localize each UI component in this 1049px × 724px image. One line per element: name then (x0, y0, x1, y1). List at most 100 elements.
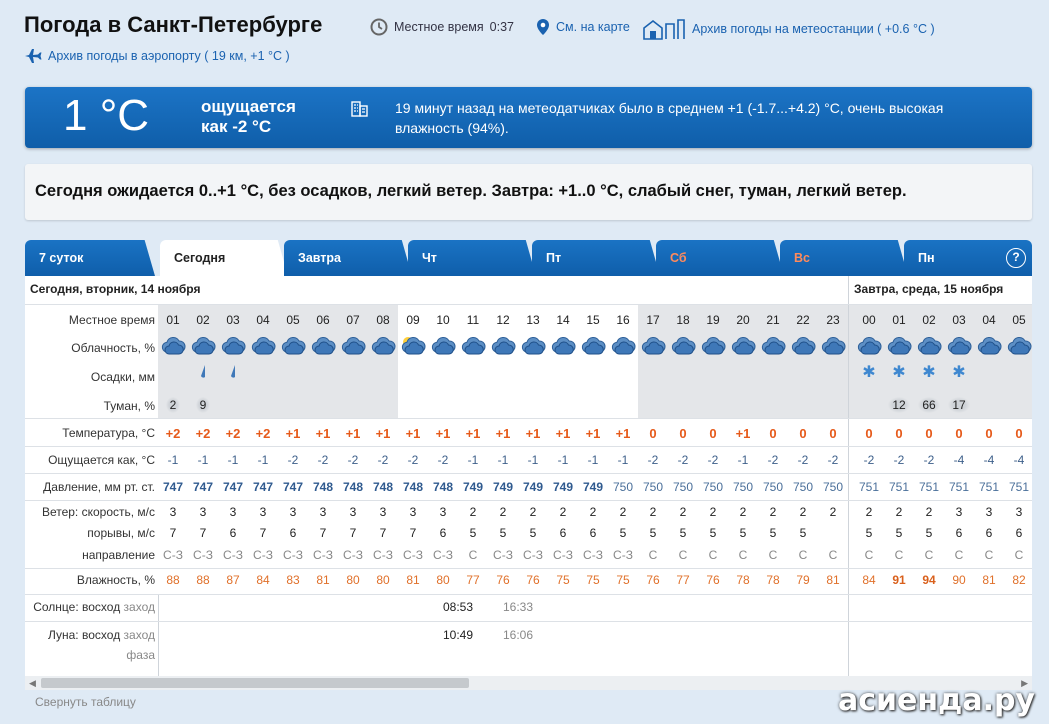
row-divider (25, 304, 1032, 305)
label-feels: Ощущается как, °С (48, 453, 155, 467)
humidity-cell: 75 (616, 573, 630, 587)
pressure-cell: 748 (342, 480, 364, 494)
cloud-icon (158, 334, 188, 359)
pressure-cell: 749 (522, 480, 544, 494)
feels-like-cell: -2 (923, 453, 935, 467)
station-archive-link[interactable]: Архив погоды на метеостанции ( +0.6 °C ) (642, 18, 935, 40)
hour-cell: 20 (736, 313, 750, 327)
sunset-time: 16:33 (503, 600, 534, 614)
fog-cell: 17 (944, 397, 974, 413)
wind-direction-cell: С-З (403, 548, 423, 562)
tab-thursday[interactable]: Чт (408, 240, 536, 276)
wind-gust-cell: 5 (709, 526, 717, 540)
wind-speed-cell: 2 (589, 505, 597, 519)
cloud-icon (278, 334, 308, 359)
wind-direction-cell: С (924, 548, 934, 562)
wind-speed-cell: 2 (895, 505, 903, 519)
wind-gust-cell: 5 (739, 526, 747, 540)
label-moonset: заход (123, 628, 155, 642)
wind-gust-cell: 7 (169, 526, 177, 540)
cloud-icon (578, 334, 608, 359)
temperature-cell: +2 (225, 426, 241, 441)
feels-like-cell: -4 (953, 453, 965, 467)
cloud-icon (788, 334, 818, 359)
wind-speed-cell: 3 (409, 505, 417, 519)
pressure-cell: 747 (222, 480, 244, 494)
feels-like-line2: как -2 °C (201, 117, 272, 136)
feels-like-cell: -2 (797, 453, 809, 467)
pressure-cell: 749 (582, 480, 604, 494)
tab-friday[interactable]: Пт (532, 240, 660, 276)
map-link[interactable]: См. на карте (536, 18, 630, 36)
pressure-cell: 750 (672, 480, 694, 494)
temperature-cell: 0 (679, 426, 687, 441)
wind-direction-cell: С (828, 548, 838, 562)
feels-like-cell: -4 (983, 453, 995, 467)
temperature-cell: +1 (375, 426, 391, 441)
wind-gust-cell: 5 (895, 526, 903, 540)
wind-gust-cell: 7 (319, 526, 327, 540)
cloud-icon (548, 334, 578, 359)
hour-cell: 04 (256, 313, 270, 327)
hour-cell: 15 (586, 313, 600, 327)
tab-today[interactable]: Сегодня (160, 240, 288, 276)
pressure-cell: 751 (918, 480, 940, 494)
map-link-text[interactable]: См. на карте (556, 20, 630, 34)
wind-gust-cell: 5 (529, 526, 537, 540)
airport-archive-link[interactable]: Архив погоды в аэропорту ( 19 км, +1 °C … (24, 48, 290, 64)
feels-like-cell: -2 (407, 453, 419, 467)
label-humidity: Влажность, % (76, 573, 155, 587)
tab-tomorrow[interactable]: Завтра (284, 240, 412, 276)
temperature-cell: 0 (769, 426, 777, 441)
cloud-icon (338, 334, 368, 359)
humidity-cell: 80 (436, 573, 450, 587)
temperature-cell: 0 (895, 426, 903, 441)
wind-direction-cell: С (468, 548, 478, 562)
humidity-cell: 77 (466, 573, 480, 587)
help-icon[interactable]: ? (1006, 248, 1026, 268)
wind-speed-cell: 3 (955, 505, 963, 519)
feels-like-cell: -2 (437, 453, 449, 467)
hour-cell: 18 (676, 313, 690, 327)
pressure-cell: 748 (372, 480, 394, 494)
humidity-cell: 83 (286, 573, 300, 587)
scrollbar-thumb[interactable] (41, 678, 469, 688)
cloud-icon (698, 334, 728, 359)
map-pin-icon (537, 19, 549, 35)
wind-speed-cell: 2 (769, 505, 777, 519)
tab-saturday[interactable]: Сб (656, 240, 784, 276)
hour-cell: 23 (826, 313, 840, 327)
wind-direction-cell: С-З (313, 548, 333, 562)
pressure-cell: 750 (792, 480, 814, 494)
temperature-cell: +1 (405, 426, 421, 441)
scroll-left-icon[interactable]: ◀ (29, 678, 36, 689)
tab-7-days[interactable]: 7 суток (25, 240, 155, 276)
wind-gust-cell: 5 (799, 526, 807, 540)
wind-gust-cell: 6 (1015, 526, 1023, 540)
cloud-icon (728, 334, 758, 359)
temperature-cell: +2 (165, 426, 181, 441)
collapse-table-link[interactable]: Свернуть таблицу (35, 695, 136, 709)
snowflake-icon: ✱ (952, 364, 966, 381)
temperature-cell: +1 (315, 426, 331, 441)
wind-speed-cell: 2 (649, 505, 657, 519)
wind-gust-cell: 5 (769, 526, 777, 540)
pressure-cell: 750 (642, 480, 664, 494)
feels-like-cell: -2 (287, 453, 299, 467)
wind-direction-cell: С (984, 548, 994, 562)
cloud-icon (368, 334, 398, 359)
wind-direction-cell: С-З (343, 548, 363, 562)
hour-cell: 03 (226, 313, 240, 327)
wind-gust-cell: 5 (499, 526, 507, 540)
cloud-icon (248, 334, 278, 359)
hour-cell: 05 (1012, 313, 1026, 327)
humidity-cell: 88 (166, 573, 180, 587)
airport-archive-text[interactable]: Архив погоды в аэропорту ( 19 км, +1 °C … (48, 49, 290, 63)
wind-gust-cell: 6 (985, 526, 993, 540)
wind-gust-cell: 5 (679, 526, 687, 540)
pressure-cell: 750 (612, 480, 634, 494)
tab-sunday[interactable]: Вс (780, 240, 908, 276)
moonrise-time: 10:49 (443, 628, 474, 642)
station-archive-text[interactable]: Архив погоды на метеостанции ( +0.6 °C ) (692, 22, 935, 36)
feels-like-cell: -2 (863, 453, 875, 467)
